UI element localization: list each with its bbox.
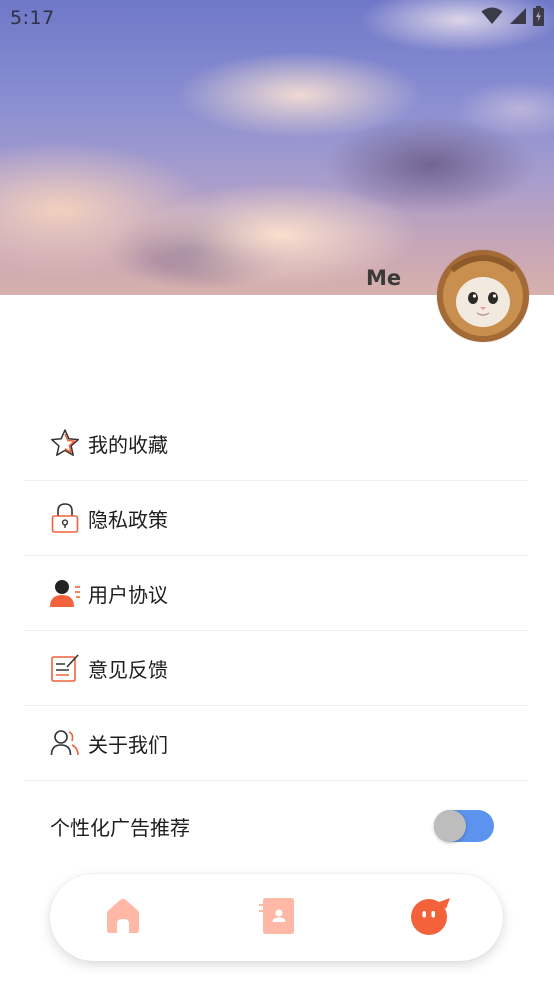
home-icon xyxy=(103,897,143,939)
menu-item-label: 意见反馈 xyxy=(88,657,168,682)
profile-name: Me xyxy=(366,266,402,290)
nav-me-button[interactable] xyxy=(409,897,451,939)
personalized-ads-setting: 个性化广告推荐 xyxy=(50,805,496,847)
kitten-avatar-icon xyxy=(437,250,529,342)
status-icons xyxy=(481,6,544,30)
user-agreement-icon xyxy=(49,577,81,609)
feedback-edit-icon xyxy=(49,652,81,684)
nav-contacts-button[interactable] xyxy=(256,897,298,939)
menu-item-label: 用户协议 xyxy=(88,582,168,607)
personalized-ads-toggle[interactable] xyxy=(434,810,494,842)
menu-item-label: 隐私政策 xyxy=(88,507,168,532)
menu-item-user-agreement[interactable]: 用户协议 xyxy=(25,556,528,631)
menu-item-favorites[interactable]: 我的收藏 xyxy=(25,406,528,481)
bottom-navigation xyxy=(50,874,503,961)
profile-mascot-icon xyxy=(409,896,451,940)
menu-list: 我的收藏 隐私政策 用户协议 意见反馈 关于我们 xyxy=(25,406,528,781)
personalized-ads-label: 个性化广告推荐 xyxy=(50,815,190,840)
status-bar: 5:17 xyxy=(0,0,554,36)
lock-icon xyxy=(49,502,81,534)
me-screen: 5:17 Me 我的收藏 隐私政策 用户协议 意见反馈 关于我们 个性化广告推荐 xyxy=(0,0,554,984)
avatar[interactable] xyxy=(437,250,529,342)
nav-home-button[interactable] xyxy=(102,897,144,939)
status-time: 5:17 xyxy=(10,7,55,29)
star-icon xyxy=(49,427,81,459)
cellular-signal-icon xyxy=(509,7,527,29)
menu-item-privacy-policy[interactable]: 隐私政策 xyxy=(25,481,528,556)
toggle-knob[interactable] xyxy=(434,810,466,842)
menu-item-label: 我的收藏 xyxy=(88,432,168,457)
about-us-icon xyxy=(49,727,81,759)
battery-icon xyxy=(533,6,544,30)
menu-item-label: 关于我们 xyxy=(88,732,168,757)
contacts-icon xyxy=(258,896,296,940)
wifi-icon xyxy=(481,7,503,29)
menu-item-about-us[interactable]: 关于我们 xyxy=(25,706,528,781)
menu-item-feedback[interactable]: 意见反馈 xyxy=(25,631,528,706)
